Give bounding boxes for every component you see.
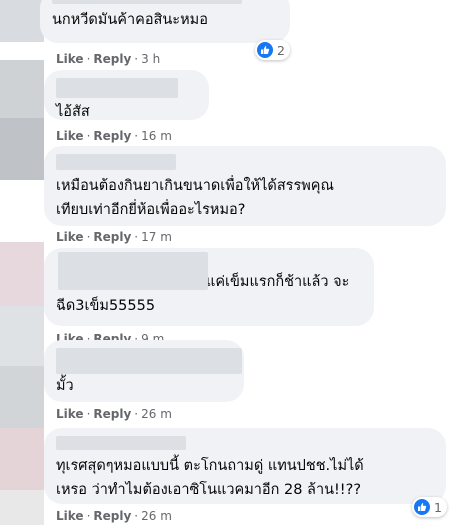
comment-actions: Like · Reply · 3 h bbox=[56, 52, 161, 66]
comment-text: เหรอ ว่าทำไมต้องเอาซิโนแวคมาอีก 28 ล้าน!… bbox=[56, 482, 362, 498]
reaction-count-badge[interactable]: 2 bbox=[255, 40, 290, 60]
commenter-name[interactable] bbox=[56, 436, 186, 450]
comment-text: เทียบเท่าอีกยี่ห้อเพื่ออะไรหมอ? bbox=[56, 202, 246, 218]
avatar bbox=[0, 0, 44, 42]
commenter-name[interactable] bbox=[56, 78, 178, 98]
reply-link[interactable]: Reply bbox=[93, 509, 131, 523]
timestamp[interactable]: 17 m bbox=[141, 230, 172, 244]
reaction-count-badge[interactable]: 1 bbox=[412, 497, 447, 517]
timestamp[interactable]: 3 h bbox=[141, 52, 160, 66]
avatar bbox=[0, 60, 44, 118]
commenter-name[interactable] bbox=[56, 348, 242, 374]
comment-actions: Like · Reply · 26 m bbox=[56, 509, 172, 523]
comment-bubble: ทุเรศสุดๆหมอแบบนี้ ตะโกนถามดู่ แทนปชช.ไม… bbox=[44, 428, 446, 504]
comment-text: เหมือนต้องกินยาเกินขนาดเพื่อให้ได้สรรพคุ… bbox=[56, 178, 334, 194]
avatar bbox=[0, 428, 44, 490]
comment-text: มั้ว bbox=[56, 378, 74, 394]
avatar bbox=[0, 306, 44, 366]
timestamp[interactable]: 26 m bbox=[141, 509, 172, 523]
thumbs-up-icon bbox=[257, 42, 273, 58]
reply-link[interactable]: Reply bbox=[93, 407, 131, 421]
comment-actions: Like · Reply · 16 m bbox=[56, 129, 172, 143]
reply-link[interactable]: Reply bbox=[93, 52, 131, 66]
reply-link[interactable]: Reply bbox=[93, 230, 131, 244]
comment-actions: Like · Reply · 17 m bbox=[56, 230, 172, 244]
timestamp[interactable]: 26 m bbox=[141, 407, 172, 421]
commenter-name[interactable] bbox=[56, 154, 176, 170]
comment-text: ทุเรศสุดๆหมอแบบนี้ ตะโกนถามดู่ แทนปชช.ไม… bbox=[56, 458, 364, 474]
like-link[interactable]: Like bbox=[56, 230, 84, 244]
comment-bubble: แค่เข็มแรกก็ช้าแล้ว จะ ฉีด3เข็ม55555 bbox=[44, 248, 374, 326]
avatar bbox=[0, 118, 44, 180]
comment-actions: Like · Reply · 26 m bbox=[56, 407, 172, 421]
reaction-count: 2 bbox=[277, 42, 285, 58]
commenter-name[interactable] bbox=[52, 0, 242, 4]
comment-text: ไอ้สัส bbox=[56, 104, 90, 120]
comment-thread: นกหวีดมันค้าคอสินะหมอ 2 Like · Reply · 3 h ไ… bbox=[0, 0, 467, 525]
comment-bubble: มั้ว bbox=[44, 340, 244, 402]
timestamp[interactable]: 16 m bbox=[141, 129, 172, 143]
avatar bbox=[0, 242, 44, 306]
like-link[interactable]: Like bbox=[56, 407, 84, 421]
like-link[interactable]: Like bbox=[56, 129, 84, 143]
comment-bubble: นกหวีดมันค้าคอสินะหมอ bbox=[40, 0, 290, 43]
thumbs-up-icon bbox=[414, 499, 430, 515]
comment-bubble: เหมือนต้องกินยาเกินขนาดเพื่อให้ได้สรรพคุ… bbox=[44, 146, 446, 226]
reply-link[interactable]: Reply bbox=[93, 129, 131, 143]
like-link[interactable]: Like bbox=[56, 509, 84, 523]
comment-text: ฉีด3เข็ม55555 bbox=[56, 298, 156, 314]
reaction-count: 1 bbox=[434, 499, 442, 515]
like-link[interactable]: Like bbox=[56, 52, 84, 66]
comment-text: นกหวีดมันค้าคอสินะหมอ bbox=[52, 12, 208, 28]
commenter-name[interactable] bbox=[58, 252, 208, 290]
comment-bubble: ไอ้สัส bbox=[44, 70, 209, 120]
avatar bbox=[0, 490, 44, 525]
avatar bbox=[0, 366, 44, 428]
